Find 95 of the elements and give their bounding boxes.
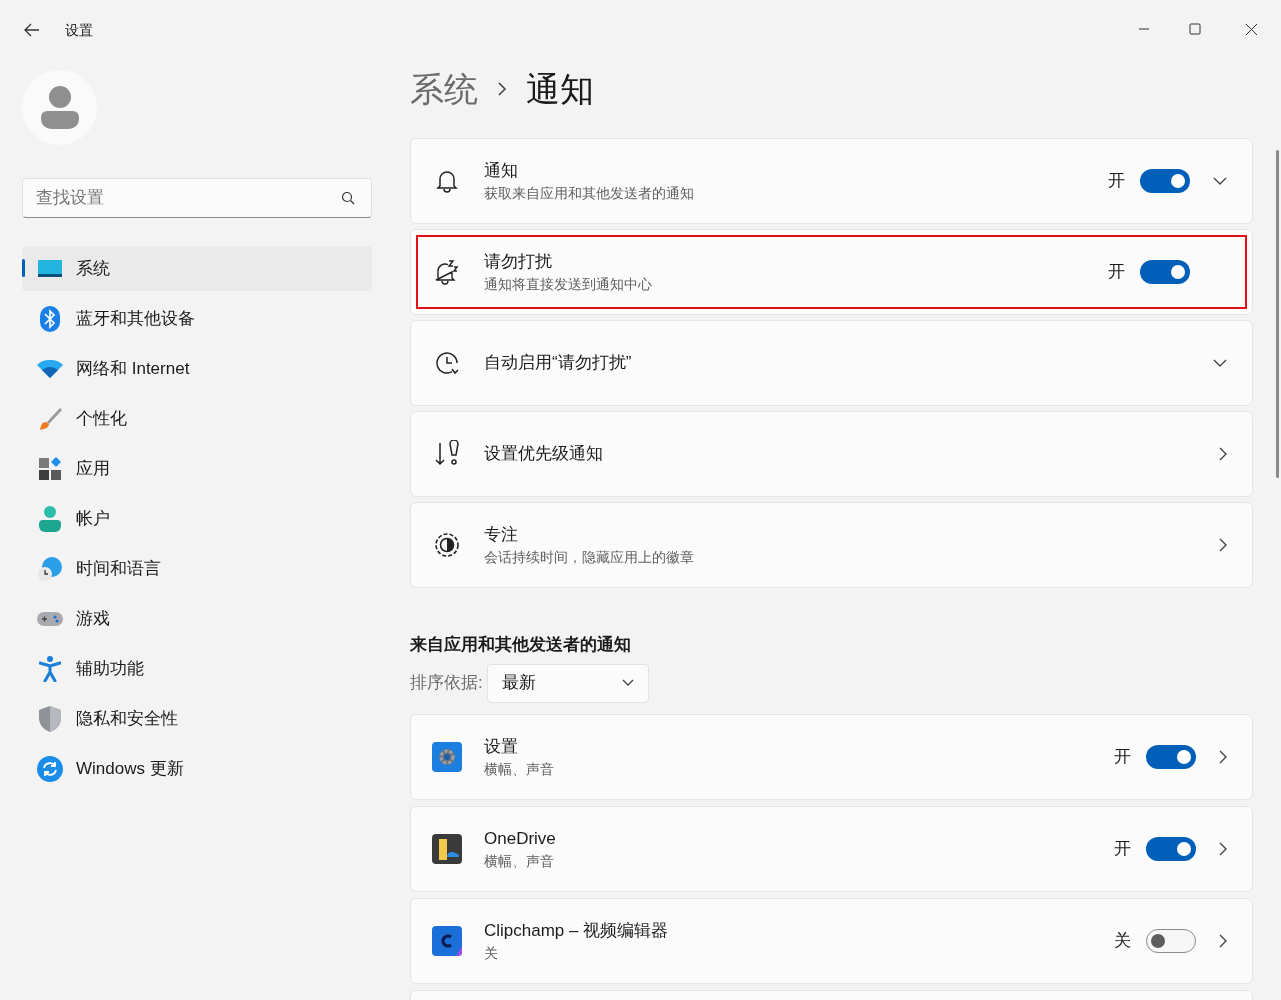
person-icon xyxy=(39,505,61,532)
setting-card[interactable]: OneDrive 横幅、声音 开 xyxy=(410,805,1253,892)
card-title: 专注 xyxy=(484,524,519,546)
section-heading: 来自应用和其他发送者的通知 xyxy=(410,634,632,656)
gear-app-icon xyxy=(432,741,462,772)
sidebar-item-label: 蓝牙和其他设备 xyxy=(76,307,195,330)
bell-snooze-icon xyxy=(433,258,461,286)
globe-clock-icon xyxy=(37,555,63,582)
breadcrumb-parent[interactable]: 系统 xyxy=(410,63,478,115)
sidebar-item-label: 隐私和安全性 xyxy=(76,707,178,730)
scrollbar-thumb[interactable] xyxy=(1276,150,1279,478)
sidebar-item[interactable]: 辅助功能 xyxy=(22,646,372,691)
toggle-state-label: 开 xyxy=(1114,745,1132,768)
refresh-icon xyxy=(37,755,63,782)
accessibility-figure-icon xyxy=(39,655,61,682)
app-subtitle: 横幅、声音 xyxy=(484,851,555,871)
sidebar-item-label: 时间和语言 xyxy=(76,557,161,580)
sidebar-item[interactable]: 时间和语言 xyxy=(22,546,372,591)
wifi-icon xyxy=(37,359,63,378)
app-name: OneDrive xyxy=(484,827,556,850)
sidebar-item-label: 帐户 xyxy=(76,507,110,530)
app-tiles-icon xyxy=(38,456,62,481)
bluetooth-icon xyxy=(40,305,60,332)
sidebar-item[interactable]: 个性化 xyxy=(22,396,372,441)
card-title: 自动启用“请勿打扰” xyxy=(484,352,632,374)
selection-indicator xyxy=(22,259,25,277)
sort-priority-icon xyxy=(433,440,461,468)
letter-c-app-icon xyxy=(432,925,462,956)
card-subtitle: 获取来自应用和其他发送者的通知 xyxy=(484,184,694,203)
person-silhouette-icon xyxy=(40,85,79,130)
sidebar-item-label: 游戏 xyxy=(76,607,110,630)
sidebar-item-label: 个性化 xyxy=(76,407,127,430)
toggle-switch[interactable] xyxy=(1140,260,1190,284)
card-subtitle: 通知将直接发送到通知中心 xyxy=(484,275,652,294)
sidebar-item[interactable]: Windows 更新 xyxy=(22,746,372,791)
card-title: 设置优先级通知 xyxy=(484,443,603,465)
card-subtitle: 会话持续时间，隐藏应用上的徽章 xyxy=(484,548,694,567)
toggle-switch[interactable] xyxy=(1146,928,1196,953)
sort-label: 排序依据: xyxy=(410,672,483,695)
setting-card[interactable]: 通知 获取来自应用和其他发送者的通知 开 xyxy=(410,138,1253,224)
page-title: 通知 xyxy=(526,68,594,110)
toggle-switch[interactable] xyxy=(1146,836,1196,861)
paintbrush-icon xyxy=(38,406,62,431)
gamepad-icon xyxy=(37,609,63,628)
setting-card[interactable]: 设置 横幅、声音 开 xyxy=(410,713,1253,800)
app-subtitle: 关 xyxy=(484,943,499,963)
window-title: 设置 xyxy=(65,20,93,40)
sidebar-item[interactable]: 网络和 Internet xyxy=(22,346,372,391)
card-title: 通知 xyxy=(484,160,519,182)
sidebar-item[interactable]: 蓝牙和其他设备 xyxy=(22,296,372,341)
toggle-state-label: 开 xyxy=(1114,837,1132,860)
toggle-switch[interactable] xyxy=(1140,169,1190,193)
sort-dropdown[interactable]: 最新 xyxy=(486,663,649,703)
chevron-down-icon[interactable] xyxy=(1212,176,1228,186)
search-input[interactable]: 查找设置 xyxy=(36,185,341,211)
setting-card[interactable]: 设置优先级通知 xyxy=(410,411,1253,497)
sidebar-item-label: 网络和 Internet xyxy=(76,357,190,380)
search-icon xyxy=(341,191,355,205)
sidebar-item[interactable]: 游戏 xyxy=(22,596,372,641)
chevron-down-icon xyxy=(621,679,634,687)
sidebar-item-label: 应用 xyxy=(76,457,110,480)
shield-icon xyxy=(39,705,61,732)
sidebar-item-label: 系统 xyxy=(76,257,110,280)
chevron-right-icon xyxy=(496,80,508,98)
setting-card[interactable]: 自动启用“请勿打扰” xyxy=(410,320,1253,406)
sidebar-item[interactable]: 系统 xyxy=(22,246,372,291)
setting-card[interactable]: 专注 会话持续时间，隐藏应用上的徽章 xyxy=(410,502,1253,588)
search-field[interactable]: 查找设置 xyxy=(22,178,372,218)
app-subtitle: 横幅、声音 xyxy=(484,759,554,779)
chevron-right-icon[interactable] xyxy=(1218,932,1228,949)
folder-cloud-app-icon xyxy=(432,833,462,864)
toggle-state-label: 开 xyxy=(1108,261,1126,284)
bell-icon xyxy=(434,168,460,194)
toggle-state-label: 关 xyxy=(1114,929,1132,952)
clock-icon xyxy=(433,349,461,377)
sidebar-item-label: 辅助功能 xyxy=(76,657,144,680)
chevron-right-icon[interactable] xyxy=(1218,840,1228,857)
chevron-right-icon[interactable] xyxy=(1218,446,1228,462)
chevron-right-icon[interactable] xyxy=(1218,537,1228,553)
focus-icon xyxy=(433,531,461,559)
chevron-right-icon[interactable] xyxy=(1218,748,1228,765)
sidebar-item-label: Windows 更新 xyxy=(76,757,184,780)
card-title: 请勿打扰 xyxy=(484,251,553,273)
back-arrow-icon[interactable] xyxy=(24,23,40,37)
setting-card[interactable]: Clipchamp – 视频编辑器 关 关 xyxy=(410,897,1253,984)
chevron-down-icon[interactable] xyxy=(1212,358,1228,368)
setting-card[interactable]: 请勿打扰 通知将直接发送到通知中心 开 xyxy=(410,229,1253,315)
app-name: 设置 xyxy=(484,735,519,758)
toggle-state-label: 开 xyxy=(1108,170,1126,193)
toggle-switch[interactable] xyxy=(1146,744,1196,769)
monitor-icon xyxy=(38,258,62,279)
sidebar-item[interactable]: 隐私和安全性 xyxy=(22,696,372,741)
app-name: Clipchamp – 视频编辑器 xyxy=(484,919,669,942)
sidebar-item[interactable]: 帐户 xyxy=(22,496,372,541)
sidebar-item[interactable]: 应用 xyxy=(22,446,372,491)
